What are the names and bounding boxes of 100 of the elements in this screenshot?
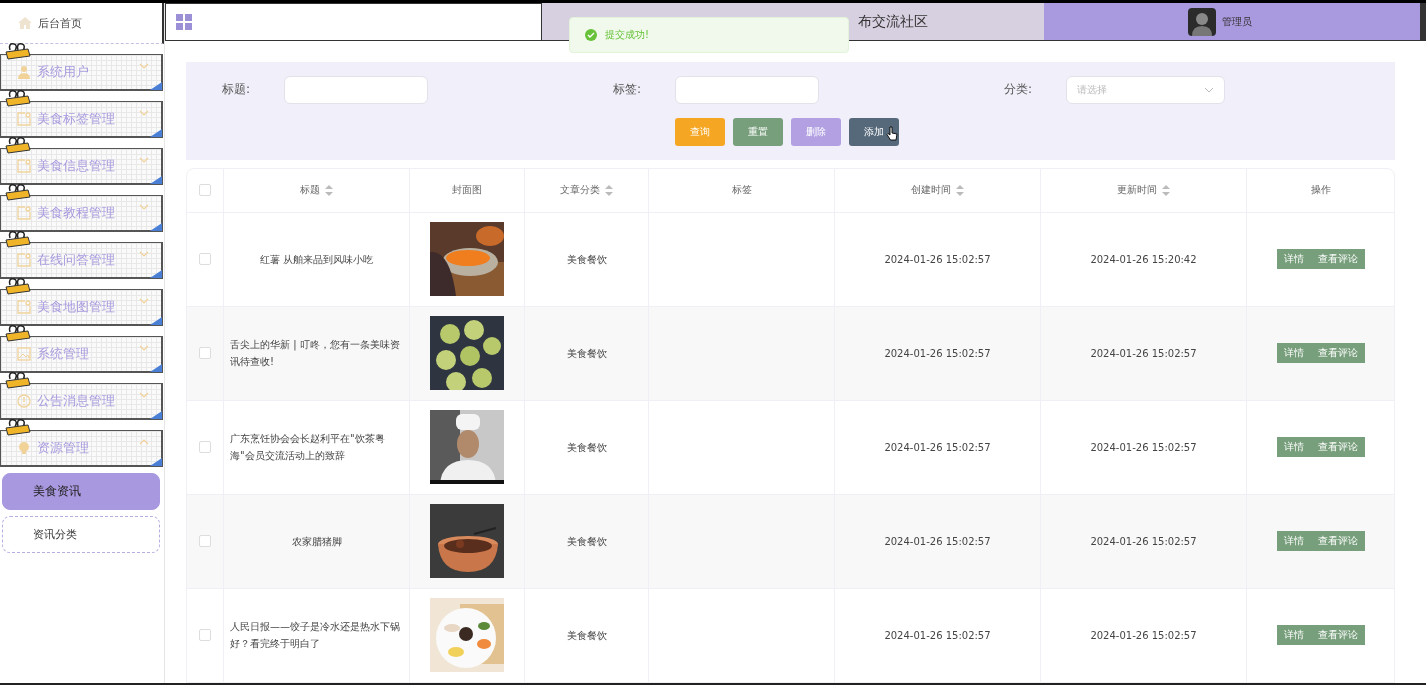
menu-item[interactable]: 系统管理 [0,336,163,373]
row-checkbox[interactable] [199,347,211,360]
column-header: 操作 [1310,183,1331,198]
grid-icon[interactable] [176,14,192,30]
row-checkbox[interactable] [199,253,211,266]
input-field[interactable] [675,75,820,104]
details-button[interactable]: 详情 [1276,625,1311,646]
input-field[interactable] [284,75,429,104]
category-cell-text: 美食餐饮 [566,252,607,267]
category-cell-text: 美食餐饮 [566,346,607,361]
title-cell-text: 人民日报——饺子是冷水还是热水下锅好？看完终于明白了 [230,619,401,652]
person-icon [17,65,31,79]
avatar[interactable] [1188,7,1216,36]
details-button[interactable]: 详情 [1276,249,1311,270]
title-cell-text: 舌尖上的华新 | 叮咚，您有一条美味资讯待查收! [230,337,401,370]
folded-corner-icon [150,129,162,137]
category-cell-text: 美食餐饮 [566,534,607,549]
lightbulb-icon [17,441,31,455]
comments-button[interactable]: 查看评论 [1310,531,1365,552]
binder-clip-icon [4,42,32,60]
check-circle-icon [585,29,597,41]
folded-corner-icon [150,411,162,419]
select-all-checkbox[interactable] [199,184,211,197]
note-icon [17,159,31,173]
binder-clip-icon [4,230,32,248]
binder-clip-icon [4,371,32,389]
chevron-down-icon [139,392,149,398]
category-cell-text: 美食餐饮 [566,440,607,455]
title-cell-text: 红薯 从舶来品到风味小吃 [259,252,374,267]
column-header: 封面图 [452,183,482,198]
sort-icon[interactable] [325,184,333,196]
menu-item[interactable]: 美食地图管理 [0,289,163,326]
submenu-item[interactable]: 资讯分类 [2,516,160,553]
created-time-cell-text: 2024-01-26 15:02:57 [884,534,991,549]
column-header: 文章分类 [560,183,600,198]
sort-icon[interactable] [956,184,964,196]
sort-icon[interactable] [605,184,613,196]
updated-time-cell-text: 2024-01-26 15:02:57 [1090,628,1197,643]
note-icon [17,206,31,220]
home-menu-item[interactable]: 后台首页 [0,3,164,44]
folded-corner-icon [150,458,162,466]
note-icon [17,253,31,267]
binder-clip-icon [4,89,32,107]
binder-clip-icon [4,136,32,154]
binder-clip-icon [4,324,32,342]
updated-time-cell-text: 2024-01-26 15:02:57 [1090,346,1197,361]
sort-icon[interactable] [1162,184,1170,196]
folded-corner-icon [150,317,162,325]
image-icon [17,347,31,361]
filter-label: 标签: [613,81,642,99]
category-cell-text: 美食餐饮 [566,628,607,643]
menu-item[interactable]: 公告消息管理 [0,383,163,420]
created-time-cell-text: 2024-01-26 15:02:57 [884,252,991,267]
user-name[interactable]: 管理员 [1222,14,1252,29]
menu-item[interactable]: 系统用户 [0,54,163,91]
chevron-up-icon [139,439,149,445]
action-button[interactable]: 添加 [848,117,899,146]
chevron-down-icon [139,251,149,257]
binder-clip-icon [4,418,32,436]
folded-corner-icon [150,82,162,90]
note-icon [17,112,31,126]
menu-item[interactable]: 在线问答管理 [0,242,163,279]
action-button[interactable]: 删除 [790,117,841,146]
filter-label: 标题: [222,81,251,99]
details-button[interactable]: 详情 [1276,343,1311,364]
row-checkbox[interactable] [199,441,211,454]
updated-time-cell-text: 2024-01-26 15:20:42 [1090,252,1197,267]
created-time-cell-text: 2024-01-26 15:02:57 [884,346,991,361]
title-cell-text: 广东烹饪协会会长赵利平在"饮茶粤海"会员交流活动上的致辞 [230,431,386,464]
comments-button[interactable]: 查看评论 [1310,343,1365,364]
chevron-down-icon [139,345,149,351]
chevron-down-icon [139,204,149,210]
updated-time-cell-text: 2024-01-26 15:02:57 [1090,440,1197,455]
action-button[interactable]: 查询 [674,117,725,146]
created-time-cell-text: 2024-01-26 15:02:57 [884,628,991,643]
filter-label: 分类: [1004,81,1033,99]
folded-corner-icon [150,270,162,278]
select-field[interactable]: 请选择 [1066,75,1226,104]
menu-item[interactable]: 资源管理 [0,430,163,467]
comments-button[interactable]: 查看评论 [1310,249,1365,270]
created-time-cell-text: 2024-01-26 15:02:57 [884,440,991,455]
note-icon [17,300,31,314]
binder-clip-icon [4,277,32,295]
menu-item[interactable]: 美食信息管理 [0,148,163,185]
menu-item[interactable]: 美食标签管理 [0,101,163,138]
column-header: 更新时间 [1117,183,1157,198]
submenu-item[interactable]: 美食资讯 [2,473,160,510]
chevron-down-icon [1204,86,1215,93]
folded-corner-icon [150,364,162,372]
folded-corner-icon [150,176,162,184]
title-cell-text: 农家腊猪脚 [291,534,342,549]
details-button[interactable]: 详情 [1276,531,1311,552]
row-checkbox[interactable] [199,535,211,548]
menu-item[interactable]: 美食教程管理 [0,195,163,232]
binder-clip-icon [4,183,32,201]
comments-button[interactable]: 查看评论 [1310,625,1365,646]
action-button[interactable]: 重置 [732,117,783,146]
row-checkbox[interactable] [199,629,211,642]
details-button[interactable]: 详情 [1276,437,1311,458]
comments-button[interactable]: 查看评论 [1310,437,1365,458]
